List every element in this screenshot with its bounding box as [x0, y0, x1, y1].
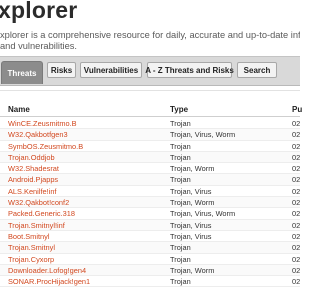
table-row: W32.Qakbotfgen3 Trojan, Virus, Worm 02 [0, 129, 301, 141]
threat-type: Trojan, Virus, Worm [170, 130, 236, 140]
threat-name-link[interactable]: W32.Qakbotfgen3 [8, 129, 68, 140]
table-header: Name Type Pu [0, 103, 302, 117]
tab-vulnerabilities[interactable]: Vulnerabilities [80, 62, 142, 78]
threat-published: 02 [292, 175, 301, 185]
threat-name-link[interactable]: Downloader.Lofog!gen4 [8, 265, 86, 276]
threat-name-link[interactable]: SymbOS.Zeusmitmo.B [8, 141, 83, 152]
table-row: SymbOS.Zeusmitmo.B Trojan 02 [0, 141, 300, 152]
threat-type: Trojan [170, 119, 191, 128]
threat-type: Trojan, Worm [170, 265, 215, 275]
threat-type: Trojan [170, 254, 191, 264]
table-row: Trojan.Smitnyl Trojan 02 [0, 242, 301, 254]
threat-published: 02 [292, 198, 301, 208]
threat-published: 02 [292, 164, 301, 174]
threat-published: 02 [292, 141, 301, 151]
threat-published: 02 [292, 277, 301, 287]
threat-name-link[interactable]: W32.Shadesrat [8, 163, 59, 174]
table-row: Downloader.Lofog!gen4 Trojan, Worm 02 [0, 264, 301, 277]
threat-published: 02 [292, 152, 301, 162]
table-row: Android.Pjapps Trojan 02 [0, 174, 301, 186]
threat-name-link[interactable]: WinCE.Zeusmitmo.B [8, 118, 77, 129]
threat-type: Trojan, Virus [170, 220, 212, 230]
threat-published: 02 [292, 119, 301, 128]
threat-type: Trojan [170, 141, 191, 151]
intro-line-2: and vulnerabilities. [0, 41, 78, 51]
table-row: W32.Shadesrat Trojan, Worm 02 [0, 163, 301, 175]
intro-line-1: xplorer is a comprehensive resource for … [0, 30, 300, 40]
threat-type: Trojan [170, 152, 191, 162]
threat-name-link[interactable]: SONAR.ProcHijack!gen1 [8, 276, 90, 287]
threat-type: Trojan, Virus [170, 231, 212, 241]
tab-search[interactable]: Search [237, 62, 277, 78]
threat-name-link[interactable]: Trojan.Cyxorp [8, 254, 54, 265]
threat-published: 02 [292, 243, 301, 253]
threat-name-link[interactable]: Boot.Smitnyl [8, 231, 50, 242]
intro-text: xplorer is a comprehensive resource for … [0, 30, 300, 52]
threat-name-link[interactable]: Trojan.Oddjob [8, 152, 55, 163]
threat-type: Trojan, Worm [170, 164, 215, 174]
threat-published: 02 [292, 130, 301, 140]
table-row: Boot.Smitnyl Trojan, Virus 02 [0, 231, 301, 243]
column-header-published[interactable]: Pu [292, 105, 302, 114]
threat-name-link[interactable]: ALS.Kenilfe!inf [8, 186, 56, 197]
threat-name-link[interactable]: Trojan.Smitnyl [8, 242, 55, 253]
threat-published: 02 [292, 186, 301, 196]
table-row: Trojan.Smitnyl!inf Trojan, Virus 02 [0, 219, 301, 231]
table-row: W32.Qakbot!conf2 Trojan, Worm 02 [0, 197, 301, 209]
threat-published: 02 [292, 231, 301, 241]
threat-name-link[interactable]: W32.Qakbot!conf2 [8, 197, 69, 208]
threat-type: Trojan, Virus [170, 186, 212, 196]
column-header-type[interactable]: Type [170, 105, 188, 114]
threat-type: Trojan [170, 243, 191, 253]
table-row: WinCE.Zeusmitmo.B Trojan 02 [0, 118, 301, 130]
threat-published: 02 [292, 254, 301, 264]
table-row: Packed.Generic.318 Trojan, Virus, Worm 0… [0, 208, 301, 220]
threat-name-link[interactable]: Android.Pjapps [8, 174, 58, 185]
threat-type: Trojan [170, 175, 191, 185]
threats-table: WinCE.Zeusmitmo.B Trojan 02 W32.Qakbotfg… [0, 118, 301, 288]
table-row: Trojan.Oddjob Trojan 02 [0, 151, 301, 164]
panel-divider [0, 90, 300, 91]
threat-published: 02 [292, 209, 301, 219]
table-row: Trojan.Cyxorp Trojan 02 [0, 254, 300, 265]
threat-name-link[interactable]: Trojan.Smitnyl!inf [8, 220, 65, 231]
table-row: ALS.Kenilfe!inf Trojan, Virus 02 [0, 186, 301, 198]
threat-published: 02 [292, 220, 301, 230]
threat-type: Trojan, Worm [170, 198, 215, 208]
threat-type: Trojan [170, 277, 191, 287]
tab-risks[interactable]: Risks [47, 62, 76, 78]
page-title: xplorer [0, 0, 78, 23]
threat-name-link[interactable]: Packed.Generic.318 [8, 208, 75, 219]
threat-published: 02 [292, 265, 301, 275]
threat-type: Trojan, Virus, Worm [170, 209, 236, 219]
tab-threats[interactable]: Threats [1, 61, 43, 84]
column-header-name[interactable]: Name [8, 105, 30, 114]
tab-a-z-threats-and-risks[interactable]: A - Z Threats and Risks [145, 62, 234, 78]
table-row: SONAR.ProcHijack!gen1 Trojan 02 [0, 276, 301, 288]
